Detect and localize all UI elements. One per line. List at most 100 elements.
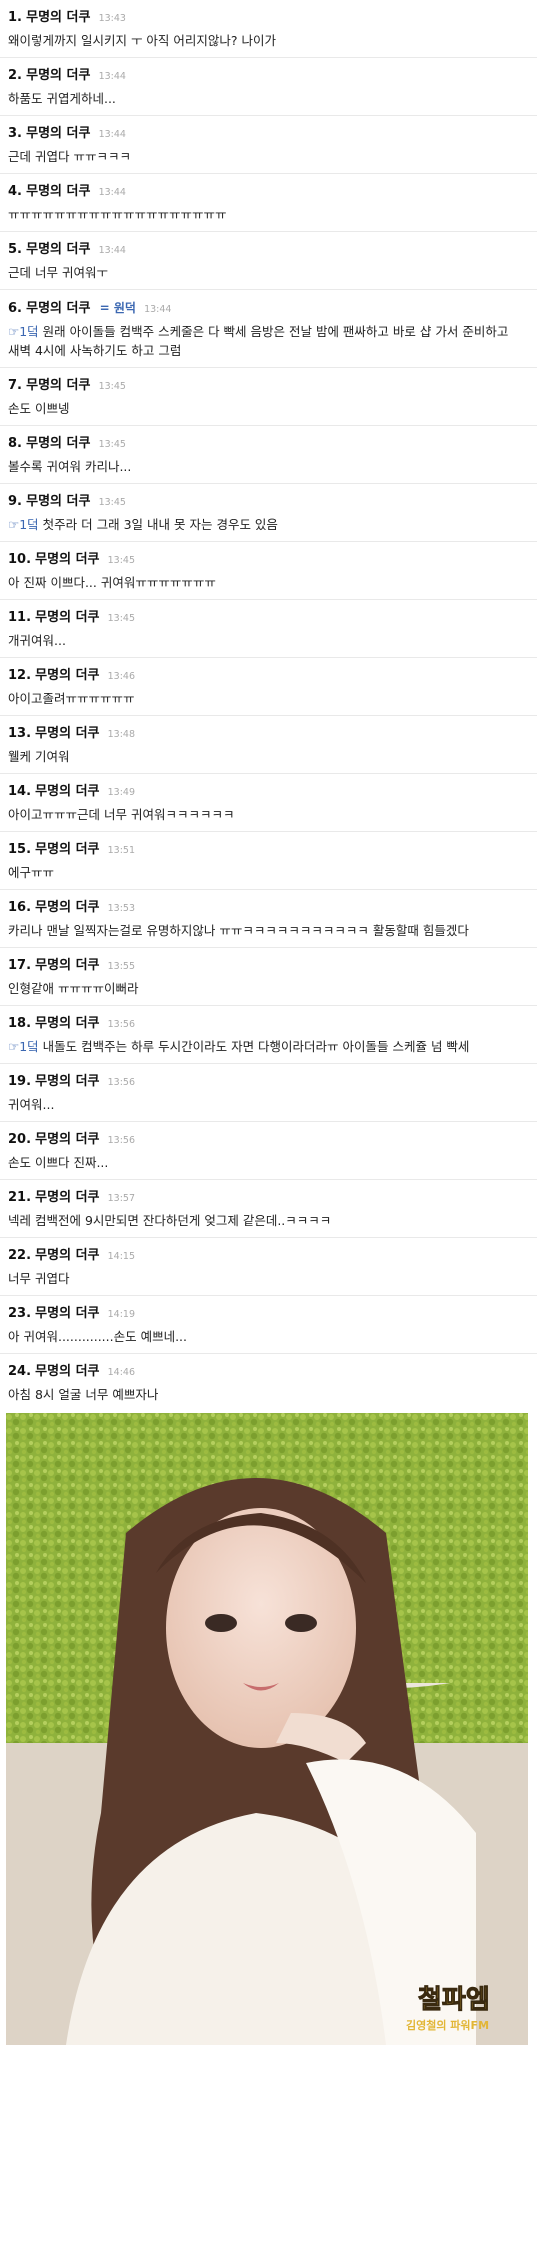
comment-number[interactable]: 10. bbox=[8, 552, 31, 567]
comment-number[interactable]: 20. bbox=[8, 1132, 31, 1147]
comment-number[interactable]: 8. bbox=[8, 436, 22, 451]
comment-number[interactable]: 5. bbox=[8, 242, 22, 257]
comment-time: 14:19 bbox=[107, 1309, 136, 1320]
comment-header: 16. 무명의 더쿠 13:53 bbox=[8, 899, 529, 918]
comment-number[interactable]: 21. bbox=[8, 1190, 31, 1205]
comment-time: 13:56 bbox=[107, 1019, 136, 1030]
comment-header: 8. 무명의 더쿠 13:45 bbox=[8, 435, 529, 454]
comment-author: 무명의 더쿠 bbox=[35, 726, 100, 741]
comment-item: 17. 무명의 더쿠 13:55 인형같애 ㅠㅠㅠㅠ이뻐라 bbox=[0, 948, 537, 1006]
comment-number[interactable]: 4. bbox=[8, 184, 22, 199]
comment-text: 근데 너무 귀여워ㅜ bbox=[8, 265, 108, 280]
comment-number[interactable]: 17. bbox=[8, 958, 31, 973]
comment-item: 9. 무명의 더쿠 13:45 ☞1덬 첫주라 더 그래 3일 내내 못 자는 경… bbox=[0, 484, 537, 542]
comment-time: 13:53 bbox=[107, 903, 136, 914]
comment-author: 무명의 더쿠 bbox=[26, 68, 91, 83]
reply-link[interactable]: ☞1덬 bbox=[8, 324, 39, 339]
comment-header: 10. 무명의 더쿠 13:45 bbox=[8, 551, 529, 570]
comment-body: 개귀여워... bbox=[8, 631, 529, 650]
comment-text: 손도 이쁘넹 bbox=[8, 401, 70, 416]
comment-text: 넥레 컴백전에 9시만되면 잔다하던게 엊그제 같은데..ㅋㅋㅋㅋ bbox=[8, 1213, 332, 1228]
comment-time: 13:48 bbox=[107, 729, 136, 740]
comment-author: 무명의 더쿠 bbox=[26, 126, 91, 141]
comment-time: 13:44 bbox=[144, 304, 172, 315]
comment-number[interactable]: 7. bbox=[8, 378, 22, 393]
comment-number[interactable]: 12. bbox=[8, 668, 31, 683]
comment-text: 근데 귀엽다 ㅠㅠㅋㅋㅋ bbox=[8, 149, 131, 164]
comment-number[interactable]: 15. bbox=[8, 842, 31, 857]
comment-author: 무명의 더쿠 bbox=[35, 900, 100, 915]
comment-item: 24. 무명의 더쿠 14:46 아침 8시 얼굴 너무 예쁘자나 bbox=[0, 1354, 537, 1411]
comment-number[interactable]: 19. bbox=[8, 1074, 31, 1089]
comment-body: 에구ㅠㅠ bbox=[8, 863, 529, 882]
comment-text: 웰케 기여워 bbox=[8, 749, 70, 764]
comment-body: ㅠㅠㅠㅠㅠㅠㅠㅠㅠㅠㅠㅠㅠㅠㅠㅠㅠㅠㅠ bbox=[8, 205, 529, 224]
comment-body: 근데 귀엽다 ㅠㅠㅋㅋㅋ bbox=[8, 147, 529, 166]
comment-item: 4. 무명의 더쿠 13:44 ㅠㅠㅠㅠㅠㅠㅠㅠㅠㅠㅠㅠㅠㅠㅠㅠㅠㅠㅠ bbox=[0, 174, 537, 232]
comment-time: 14:15 bbox=[107, 1251, 136, 1262]
comment-body: 하품도 귀엽게하네... bbox=[8, 89, 529, 108]
comment-author: 무명의 더쿠 bbox=[35, 1248, 100, 1263]
svg-text:철파엠: 철파엠 bbox=[418, 1985, 490, 2015]
comment-time: 13:45 bbox=[107, 555, 136, 566]
comment-text: 하품도 귀엽게하네... bbox=[8, 91, 116, 106]
comment-author: 무명의 더쿠 bbox=[35, 1190, 100, 1205]
comment-number[interactable]: 1. bbox=[8, 10, 22, 25]
comment-time: 14:46 bbox=[107, 1367, 136, 1378]
comment-text: 개귀여워... bbox=[8, 633, 66, 648]
comment-number[interactable]: 13. bbox=[8, 726, 31, 741]
comment-text: 귀여워... bbox=[8, 1097, 55, 1112]
comment-author: 무명의 더쿠 bbox=[35, 610, 100, 625]
comment-time: 13:45 bbox=[98, 439, 126, 450]
comment-header: 1. 무명의 더쿠 13:43 bbox=[8, 9, 529, 28]
comment-header: 24. 무명의 더쿠 14:46 bbox=[8, 1363, 529, 1382]
comment-time: 13:44 bbox=[98, 129, 126, 140]
comment-header: 18. 무명의 더쿠 13:56 bbox=[8, 1015, 529, 1034]
reply-link[interactable]: ☞1덬 bbox=[8, 517, 39, 532]
comment-photo: 철파엠 김영철의 파워FM bbox=[6, 1413, 528, 2045]
comment-author: 무명의 더쿠 bbox=[35, 668, 100, 683]
comment-number[interactable]: 18. bbox=[8, 1016, 31, 1031]
comment-number[interactable]: 14. bbox=[8, 784, 31, 799]
comment-header: 22. 무명의 더쿠 14:15 bbox=[8, 1247, 529, 1266]
comment-body: 아 귀여워..............손도 예쁘네... bbox=[8, 1327, 529, 1346]
comment-body: 귀여워... bbox=[8, 1095, 529, 1114]
comment-time: 13:55 bbox=[107, 961, 136, 972]
comment-body: 볼수록 귀여워 카리나... bbox=[8, 457, 529, 476]
comment-body: ☞1덬 첫주라 더 그래 3일 내내 못 자는 경우도 있음 bbox=[8, 515, 529, 534]
comment-text: 아이고졸려ㅠㅠㅠㅠㅠㅠ bbox=[8, 691, 135, 706]
comment-text: 아이고ㅠㅠㅠ근데 너무 귀여워ㅋㅋㅋㅋㅋㅋ bbox=[8, 807, 235, 822]
comment-number[interactable]: 24. bbox=[8, 1364, 31, 1379]
comment-item: 15. 무명의 더쿠 13:51 에구ㅠㅠ bbox=[0, 832, 537, 890]
station-watermark: 철파엠 김영철의 파워FM bbox=[406, 1985, 490, 2033]
comment-text: 볼수록 귀여워 카리나... bbox=[8, 459, 132, 474]
comment-body: 아침 8시 얼굴 너무 예쁘자나 bbox=[8, 1385, 529, 1404]
comment-body: 인형같애 ㅠㅠㅠㅠ이뻐라 bbox=[8, 979, 529, 998]
comment-item: 16. 무명의 더쿠 13:53 카리나 맨날 일찍자는걸로 유명하지않나 ㅠㅠ… bbox=[0, 890, 537, 948]
comment-number[interactable]: 2. bbox=[8, 68, 22, 83]
comment-number[interactable]: 3. bbox=[8, 126, 22, 141]
comment-number[interactable]: 9. bbox=[8, 494, 22, 509]
comment-author: 무명의 더쿠 bbox=[35, 552, 100, 567]
comment-body: 카리나 맨날 일찍자는걸로 유명하지않나 ㅠㅠㅋㅋㅋㅋㅋㅋㅋㅋㅋㅋㅋ 활동할때 … bbox=[8, 921, 529, 940]
comment-author: 무명의 더쿠 bbox=[35, 958, 100, 973]
comment-header: 17. 무명의 더쿠 13:55 bbox=[8, 957, 529, 976]
comment-time: 13:45 bbox=[98, 497, 126, 508]
comment-body: 근데 너무 귀여워ㅜ bbox=[8, 263, 529, 282]
comment-body: 아이고졸려ㅠㅠㅠㅠㅠㅠ bbox=[8, 689, 529, 708]
comment-author: 무명의 더쿠 bbox=[26, 10, 91, 25]
comment-item: 12. 무명의 더쿠 13:46 아이고졸려ㅠㅠㅠㅠㅠㅠ bbox=[0, 658, 537, 716]
comment-number[interactable]: 22. bbox=[8, 1248, 31, 1263]
comment-item: 5. 무명의 더쿠 13:44 근데 너무 귀여워ㅜ bbox=[0, 232, 537, 290]
comment-number[interactable]: 23. bbox=[8, 1306, 31, 1321]
comment-number[interactable]: 16. bbox=[8, 900, 31, 915]
comment-author: 무명의 더쿠 bbox=[35, 1306, 100, 1321]
comment-item: 21. 무명의 더쿠 13:57 넥레 컴백전에 9시만되면 잔다하던게 엊그제… bbox=[0, 1180, 537, 1238]
comment-body: 손도 이쁘다 진짜... bbox=[8, 1153, 529, 1172]
comment-number[interactable]: 6. bbox=[8, 301, 22, 316]
comment-text: ㅠㅠㅠㅠㅠㅠㅠㅠㅠㅠㅠㅠㅠㅠㅠㅠㅠㅠㅠ bbox=[8, 207, 227, 222]
comment-number[interactable]: 11. bbox=[8, 610, 31, 625]
comment-header: 3. 무명의 더쿠 13:44 bbox=[8, 125, 529, 144]
reply-link[interactable]: ☞1덬 bbox=[8, 1039, 39, 1054]
comment-time: 13:45 bbox=[107, 613, 136, 624]
